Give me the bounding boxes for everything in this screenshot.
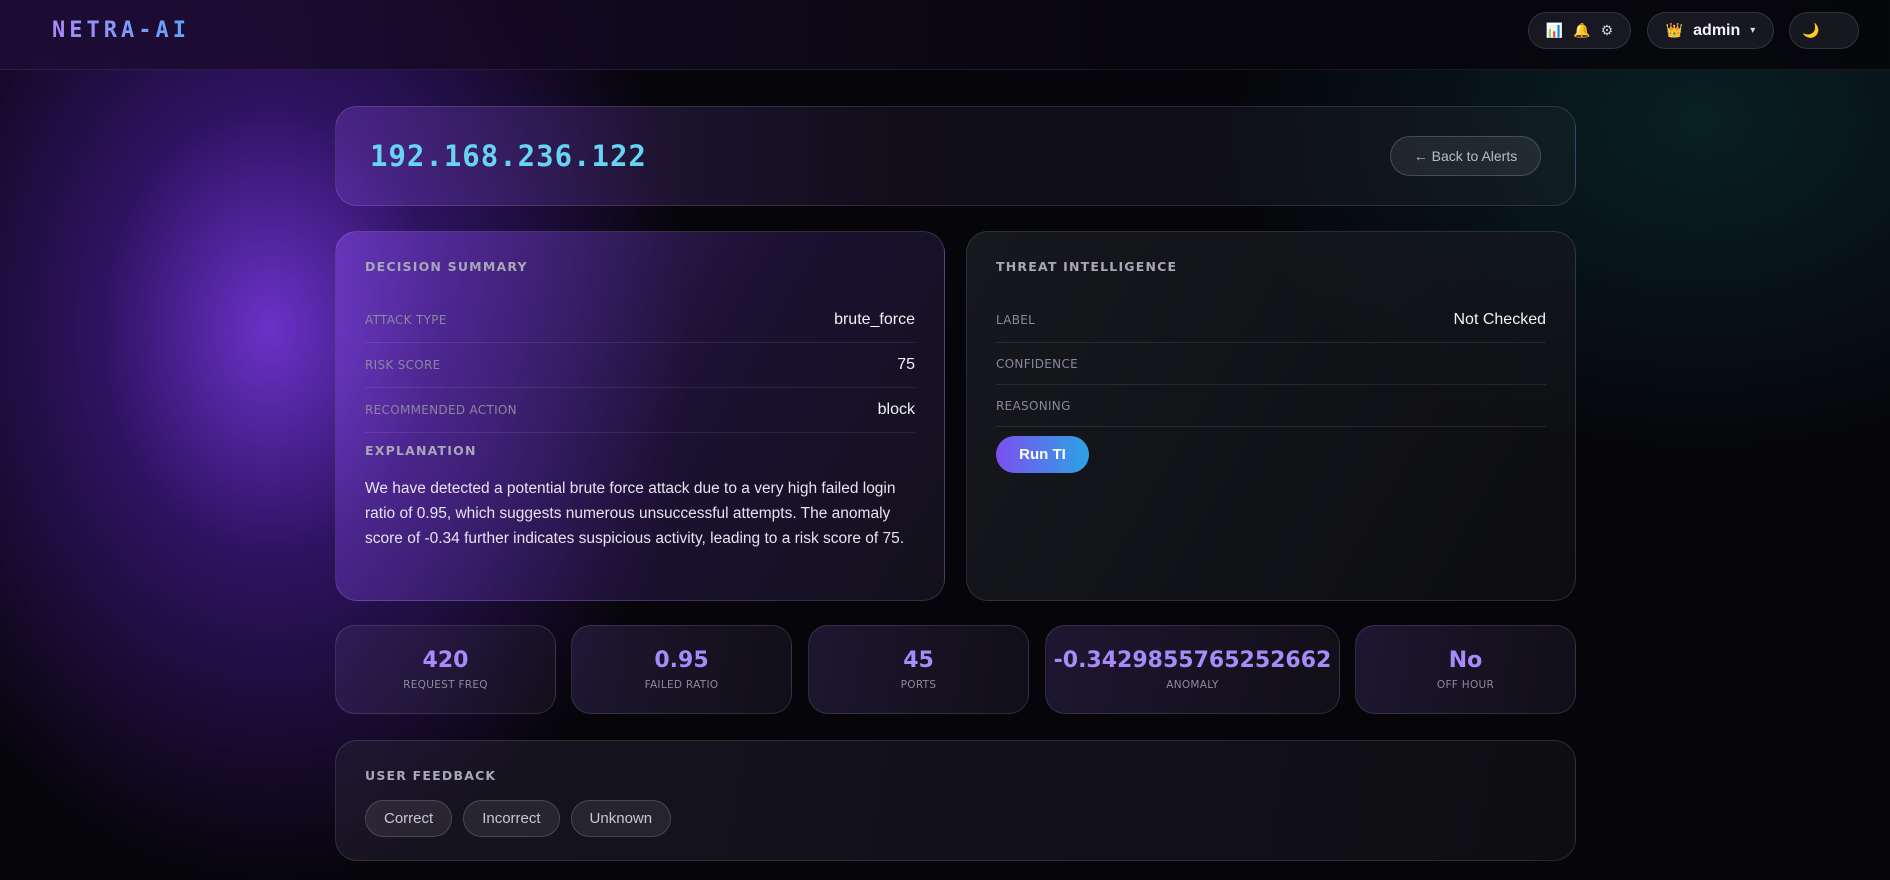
- stat-label: FAILED RATIO: [644, 679, 719, 691]
- stat-failed-ratio: 0.95 FAILED RATIO: [571, 625, 792, 714]
- ti-confidence-row: CONFIDENCE: [996, 343, 1546, 385]
- ti-label-value: Not Checked: [1453, 311, 1547, 328]
- user-menu-button[interactable]: 👑 admin ▾: [1647, 12, 1774, 49]
- theme-toggle[interactable]: 🌙: [1789, 12, 1859, 49]
- ti-confidence-key: CONFIDENCE: [996, 356, 1079, 371]
- feedback-button-group: Correct Incorrect Unknown: [365, 800, 672, 837]
- attack-type-value: brute_force: [834, 311, 915, 328]
- user-feedback-card: USER FEEDBACK Correct Incorrect Unknown: [335, 740, 1576, 861]
- decision-summary-title: DECISION SUMMARY: [365, 259, 528, 274]
- attack-type-row: ATTACK TYPE brute_force: [365, 298, 915, 343]
- crown-icon: 👑: [1665, 22, 1684, 39]
- moon-icon: 🌙: [1802, 22, 1820, 39]
- stat-value: -0.3429855765252662: [1053, 648, 1332, 673]
- risk-score-row: RISK SCORE 75: [365, 343, 915, 388]
- explanation-title: EXPLANATION: [365, 443, 477, 458]
- stat-value: No: [1448, 648, 1483, 673]
- stat-ports: 45 PORTS: [808, 625, 1029, 714]
- back-to-alerts-button[interactable]: ← Back to Alerts: [1390, 136, 1541, 176]
- ip-address-title: 192.168.236.122: [370, 139, 647, 173]
- run-ti-button[interactable]: Run TI: [996, 436, 1089, 473]
- risk-score-value: 75: [897, 356, 915, 373]
- stat-label: PORTS: [900, 679, 937, 691]
- ti-label-key: LABEL: [996, 313, 1036, 327]
- threat-intelligence-title: THREAT INTELLIGENCE: [996, 259, 1178, 274]
- risk-score-label: RISK SCORE: [365, 358, 441, 372]
- ti-reasoning-key: REASONING: [996, 398, 1071, 413]
- explanation-text: We have detected a potential brute force…: [365, 480, 905, 547]
- bell-icon[interactable]: 🔔: [1573, 24, 1590, 38]
- user-feedback-title: USER FEEDBACK: [365, 768, 497, 783]
- stat-value: 45: [903, 648, 934, 673]
- recommended-action-row: RECOMMENDED ACTION block: [365, 388, 915, 433]
- decision-summary-card: DECISION SUMMARY ATTACK TYPE brute_force…: [335, 231, 945, 601]
- stat-value: 420: [422, 648, 469, 673]
- gear-icon[interactable]: ⚙: [1601, 24, 1614, 38]
- chevron-down-icon: ▾: [1750, 25, 1756, 36]
- stat-off-hour: No OFF HOUR: [1355, 625, 1576, 714]
- stat-label: ANOMALY: [1166, 679, 1219, 691]
- threat-intelligence-card: THREAT INTELLIGENCE LABEL Not Checked CO…: [966, 231, 1576, 601]
- top-navbar: NETRA-AI 📊 🔔 ⚙ 👑 admin ▾ 🌙: [0, 0, 1890, 70]
- stat-anomaly: -0.3429855765252662 ANOMALY: [1045, 625, 1340, 714]
- alert-header-card: 192.168.236.122 ← Back to Alerts: [335, 106, 1576, 206]
- ti-reasoning-row: REASONING: [996, 385, 1546, 427]
- chart-icon[interactable]: 📊: [1546, 24, 1563, 38]
- stat-label: OFF HOUR: [1436, 679, 1495, 691]
- feedback-correct-button[interactable]: Correct: [365, 800, 453, 837]
- recommended-action-label: RECOMMENDED ACTION: [365, 403, 517, 417]
- stat-value: 0.95: [654, 648, 709, 673]
- attack-type-label: ATTACK TYPE: [365, 313, 447, 327]
- recommended-action-value: block: [877, 401, 915, 418]
- ti-label-row: LABEL Not Checked: [996, 298, 1546, 343]
- feedback-unknown-button[interactable]: Unknown: [570, 800, 672, 837]
- feedback-incorrect-button[interactable]: Incorrect: [463, 800, 560, 837]
- username-label: admin: [1693, 21, 1741, 39]
- quick-actions-group: 📊 🔔 ⚙: [1528, 12, 1631, 49]
- stat-label: REQUEST FREQ: [403, 679, 488, 691]
- app-logo[interactable]: NETRA-AI: [52, 18, 190, 43]
- stat-request-freq: 420 REQUEST FREQ: [335, 625, 556, 714]
